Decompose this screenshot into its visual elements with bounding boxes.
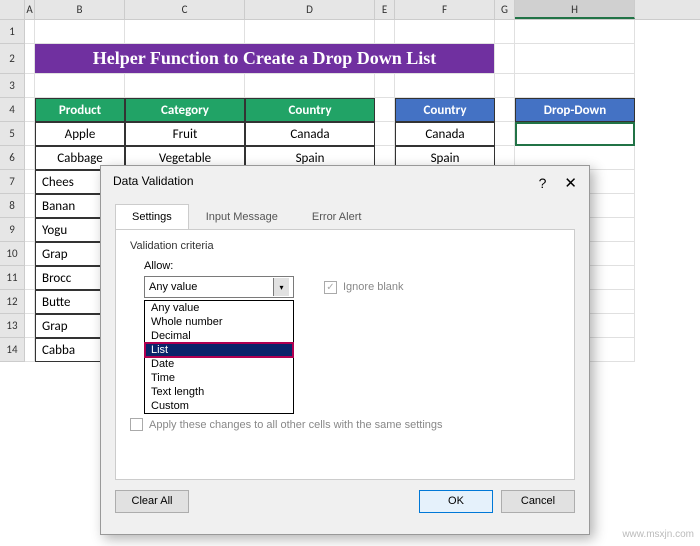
col-header-c[interactable]: C bbox=[125, 0, 245, 19]
option-time[interactable]: Time bbox=[145, 371, 293, 385]
allow-value: Any value bbox=[149, 281, 197, 293]
col-header-g[interactable]: G bbox=[495, 0, 515, 19]
tab-settings[interactable]: Settings bbox=[115, 204, 189, 229]
row-header[interactable]: 3 bbox=[0, 74, 25, 98]
col-header-b[interactable]: B bbox=[35, 0, 125, 19]
col-header-e[interactable]: E bbox=[375, 0, 395, 19]
select-all-corner[interactable] bbox=[0, 0, 25, 19]
grid-row: 3 bbox=[0, 74, 700, 98]
option-list[interactable]: List bbox=[145, 343, 293, 357]
row-header[interactable]: 1 bbox=[0, 20, 25, 44]
close-button[interactable]: ✕ bbox=[560, 174, 581, 192]
dialog-titlebar[interactable]: Data Validation ? ✕ bbox=[101, 166, 589, 196]
grid-row: 2 Helper Function to Create a Drop Down … bbox=[0, 44, 700, 74]
column-headers: A B C D E F G H bbox=[0, 0, 700, 20]
header-category[interactable]: Category bbox=[125, 98, 245, 122]
apply-changes-checkbox[interactable] bbox=[130, 418, 143, 431]
tab-error-alert[interactable]: Error Alert bbox=[295, 204, 379, 229]
apply-changes-label: Apply these changes to all other cells w… bbox=[149, 419, 443, 431]
tab-input-message[interactable]: Input Message bbox=[189, 204, 295, 229]
ignore-blank-checkbox[interactable]: ✓ bbox=[324, 281, 337, 294]
option-decimal[interactable]: Decimal bbox=[145, 329, 293, 343]
dialog-title: Data Validation bbox=[113, 174, 194, 192]
row-header[interactable]: 2 bbox=[0, 44, 25, 74]
grid-row: 4 Product Category Country Country Drop-… bbox=[0, 98, 700, 122]
grid-row: 5 Apple Fruit Canada Canada bbox=[0, 122, 700, 146]
ignore-blank-label: Ignore blank bbox=[343, 281, 404, 293]
data-validation-dialog: Data Validation ? ✕ Settings Input Messa… bbox=[100, 165, 590, 535]
col-header-h[interactable]: H bbox=[515, 0, 635, 19]
header-dropdown[interactable]: Drop-Down bbox=[515, 98, 635, 122]
grid-row: 1 bbox=[0, 20, 700, 44]
help-button[interactable]: ? bbox=[539, 175, 547, 191]
option-any-value[interactable]: Any value bbox=[145, 301, 293, 315]
header-product[interactable]: Product bbox=[35, 98, 125, 122]
dialog-footer: Clear All OK Cancel bbox=[101, 480, 589, 513]
ok-button[interactable]: OK bbox=[419, 490, 493, 513]
row-header[interactable]: 5 bbox=[0, 122, 25, 146]
validation-criteria-label: Validation criteria bbox=[130, 240, 560, 252]
option-text-length[interactable]: Text length bbox=[145, 385, 293, 399]
chevron-down-icon[interactable]: ▾ bbox=[273, 278, 289, 296]
data-cell[interactable]: Apple bbox=[35, 122, 125, 146]
col-header-f[interactable]: F bbox=[395, 0, 495, 19]
dialog-tabs: Settings Input Message Error Alert bbox=[115, 204, 575, 230]
col-header-a[interactable]: A bbox=[25, 0, 35, 19]
option-whole-number[interactable]: Whole number bbox=[145, 315, 293, 329]
data-cell[interactable]: Canada bbox=[395, 122, 495, 146]
option-date[interactable]: Date bbox=[145, 357, 293, 371]
option-custom[interactable]: Custom bbox=[145, 399, 293, 413]
selected-cell[interactable] bbox=[515, 122, 635, 146]
row-header[interactable]: 6 bbox=[0, 146, 25, 170]
allow-combobox[interactable]: Any value ▾ bbox=[144, 276, 294, 298]
row-header[interactable]: 4 bbox=[0, 98, 25, 122]
header-country2[interactable]: Country bbox=[395, 98, 495, 122]
data-cell[interactable]: Fruit bbox=[125, 122, 245, 146]
header-country[interactable]: Country bbox=[245, 98, 375, 122]
watermark: www.msxjn.com bbox=[622, 529, 694, 540]
allow-dropdown-list: Any value Whole number Decimal List Date… bbox=[144, 300, 294, 414]
title-cell[interactable]: Helper Function to Create a Drop Down Li… bbox=[35, 44, 495, 74]
cancel-button[interactable]: Cancel bbox=[501, 490, 575, 513]
tab-content-settings: Validation criteria Allow: Any value ▾ ✓… bbox=[115, 230, 575, 480]
data-cell[interactable]: Canada bbox=[245, 122, 375, 146]
clear-all-button[interactable]: Clear All bbox=[115, 490, 189, 513]
allow-label: Allow: bbox=[144, 260, 560, 272]
col-header-d[interactable]: D bbox=[245, 0, 375, 19]
